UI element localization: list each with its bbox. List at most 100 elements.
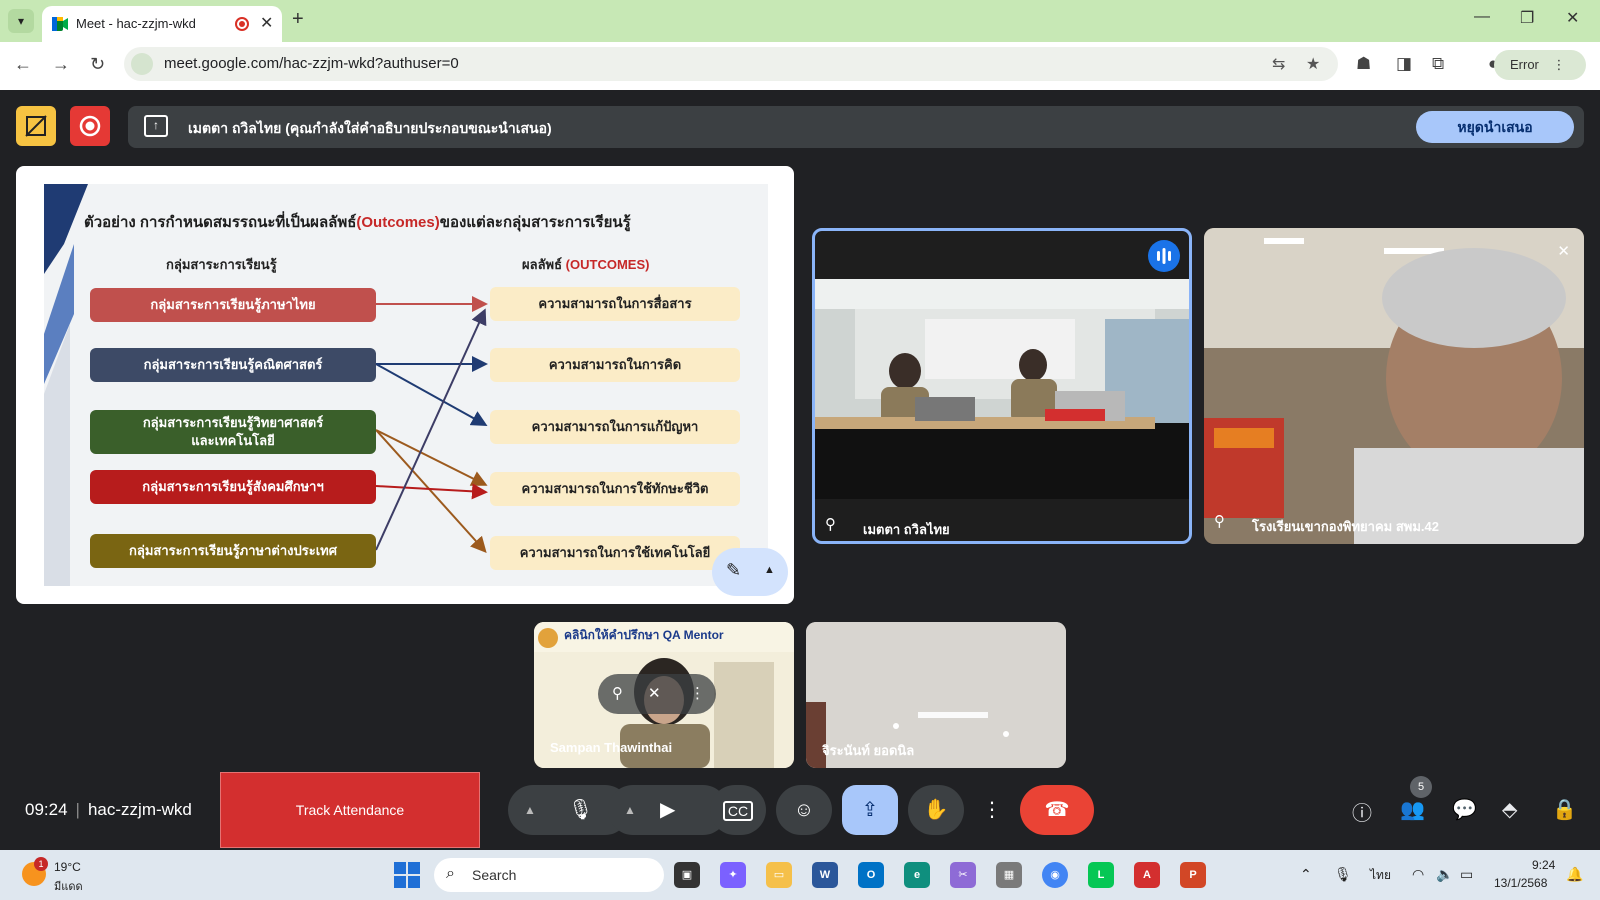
- app-icon[interactable]: ▦: [996, 862, 1022, 888]
- menu-kebab-icon[interactable]: ⋮: [1553, 57, 1566, 72]
- meeting-code: hac-zzjm-wkd: [87, 800, 192, 819]
- camera-icon[interactable]: ▶: [660, 785, 675, 835]
- weather-temperature: 19°C: [54, 860, 81, 874]
- pin-icon[interactable]: ⚲: [825, 515, 836, 533]
- record-icon: [79, 115, 101, 137]
- mute-participant-icon[interactable]: ✕: [648, 684, 661, 702]
- mapping-arrows: [375, 296, 488, 553]
- wifi-icon[interactable]: ◠: [1412, 866, 1424, 883]
- task-view-icon[interactable]: ▣: [674, 862, 700, 888]
- present-button[interactable]: ⇪: [842, 785, 898, 835]
- subject-social: กลุ่มสาระการเรียนรู้สังคมศึกษาฯ: [90, 470, 376, 504]
- back-icon[interactable]: ←: [14, 54, 32, 75]
- url-text: meet.google.com/hac-zzjm-wkd?authuser=0: [164, 55, 459, 72]
- subject-label: กลุ่มสาระการเรียนรู้สังคมศึกษาฯ: [142, 478, 324, 494]
- restore-icon[interactable]: ❐: [1520, 8, 1534, 28]
- language-indicator[interactable]: ไทย: [1370, 866, 1391, 885]
- outcome-life-skills: ความสามารถในการใช้ทักษะชีวิต: [490, 472, 740, 506]
- outcome-communication: ความสามารถในการสื่อสาร: [490, 287, 740, 321]
- raise-hand-button[interactable]: ✋: [908, 785, 964, 835]
- extensions-puzzle-icon[interactable]: ⧉: [1432, 54, 1444, 74]
- leave-call-button[interactable]: ☎: [1020, 785, 1094, 835]
- clock-date[interactable]: 13/1/2568: [1494, 876, 1547, 890]
- profile-error-label: Error: [1510, 57, 1539, 72]
- chevron-up-icon: ▲: [764, 564, 775, 576]
- microphone-icon[interactable]: 🎙: [568, 785, 593, 835]
- powerpoint-icon[interactable]: P: [1180, 862, 1206, 888]
- address-bar[interactable]: meet.google.com/hac-zzjm-wkd?authuser=0 …: [124, 47, 1338, 81]
- acrobat-icon[interactable]: A: [1134, 862, 1160, 888]
- subject-label: กลุ่มสาระการเรียนรู้คณิตศาสตร์: [143, 356, 323, 372]
- subject-math: กลุ่มสาระการเรียนรู้คณิตศาสตร์: [90, 348, 376, 382]
- battery-icon[interactable]: ▭: [1460, 866, 1473, 883]
- people-icon[interactable]: 👥: [1400, 797, 1425, 822]
- participant-tile-presenter[interactable]: ⚲ เมตตา ถวิลไทย: [812, 228, 1192, 544]
- search-icon: ⌕: [446, 865, 455, 882]
- windows-start-icon[interactable]: [394, 862, 420, 888]
- edge-icon[interactable]: e: [904, 862, 930, 888]
- bookmark-star-icon[interactable]: ★: [1306, 54, 1320, 74]
- outcome-problem-solving: ความสามารถในการแก้ปัญหา: [490, 410, 740, 444]
- chrome-icon[interactable]: ◉: [1042, 862, 1068, 888]
- meeting-details-icon[interactable]: ⓘ: [1352, 797, 1372, 826]
- extension-owl-icon[interactable]: ☗: [1356, 54, 1371, 74]
- participant-tile-school[interactable]: ✕ ⚲ โรงเรียนเขากองพิทยาคม สพม.42: [1204, 228, 1584, 544]
- annotation-tools-button[interactable]: ✎ ▲: [712, 548, 788, 596]
- word-icon[interactable]: W: [812, 862, 838, 888]
- clock-time[interactable]: 9:24: [1532, 858, 1555, 872]
- video-options-chevron-icon[interactable]: ▲: [624, 785, 636, 835]
- recording-indicator-icon: [235, 17, 249, 31]
- outcome-technology: ความสามารถในการใช้เทคโนโลยี: [490, 536, 740, 570]
- captions-icon: CC: [722, 801, 754, 821]
- subject-label: กลุ่มสาระการเรียนรู้วิทยาศาสตร์: [142, 414, 324, 430]
- pin-icon[interactable]: ⚲: [1214, 512, 1225, 530]
- meet-favicon-icon: [52, 17, 68, 31]
- tray-microphone-icon[interactable]: 🎙: [1334, 866, 1352, 883]
- chat-icon[interactable]: 💬: [1452, 797, 1477, 822]
- participant-name: จิระนันท์ ยอดนิล: [822, 743, 915, 758]
- annotation-toggle-button[interactable]: [16, 106, 56, 146]
- taskbar-search[interactable]: ⌕ Search: [434, 858, 664, 892]
- copilot-icon[interactable]: ✦: [720, 862, 746, 888]
- forward-icon[interactable]: →: [52, 54, 70, 75]
- subject-label-line2: และเทคโนโลยี: [191, 433, 275, 448]
- stop-presenting-button[interactable]: หยุดนำเสนอ: [1416, 111, 1574, 143]
- participant-tile-fourth[interactable]: จิระนันท์ ยอดนิล: [806, 622, 1066, 768]
- tab-search-button[interactable]: ▾: [8, 9, 34, 33]
- participant-name: เมตตา ถวิลไทย: [863, 522, 950, 537]
- close-window-icon[interactable]: ✕: [1566, 8, 1579, 28]
- presenting-text: เมตตา ถวิลไทย (คุณกำลังใส่คำอธิบายประกอบ…: [188, 120, 552, 136]
- translate-icon[interactable]: ⇆: [1272, 54, 1285, 74]
- profile-error-button[interactable]: Error ⋮: [1494, 50, 1586, 80]
- emoji-button[interactable]: ☺: [776, 785, 832, 835]
- presentation-slide: ตัวอย่าง การกำหนดสมรรถนะที่เป็นผลลัพธ์(O…: [44, 184, 768, 586]
- audio-options-chevron-icon[interactable]: ▲: [524, 785, 536, 835]
- minimize-icon[interactable]: —: [1474, 8, 1490, 26]
- participant-name: โรงเรียนเขากองพิทยาคม สพม.42: [1252, 519, 1439, 534]
- track-attendance-button[interactable]: Track Attendance: [220, 772, 480, 848]
- people-count-badge: 5: [1410, 776, 1432, 798]
- recording-button[interactable]: [70, 106, 110, 146]
- file-explorer-icon[interactable]: ▭: [766, 862, 792, 888]
- outlook-icon[interactable]: O: [858, 862, 884, 888]
- volume-icon[interactable]: 🔈: [1436, 866, 1453, 883]
- pin-icon[interactable]: ⚲: [612, 684, 623, 702]
- browser-toolbar: ← → ↻ meet.google.com/hac-zzjm-wkd?authu…: [0, 42, 1600, 90]
- activities-icon[interactable]: ⬘: [1502, 797, 1517, 822]
- active-tab[interactable]: Meet - hac-zzjm-wkd ✕: [42, 6, 282, 42]
- extension-on-icon[interactable]: ◨: [1396, 54, 1412, 74]
- host-controls-icon[interactable]: 🔒: [1552, 797, 1577, 822]
- show-hidden-icons-icon[interactable]: ⌃: [1300, 866, 1312, 883]
- participant-tile-mentor[interactable]: คลินิกให้คำปรึกษา QA Mentor ⚲ ✕ ⋮ Sampan…: [534, 622, 794, 768]
- tab-title: Meet - hac-zzjm-wkd: [76, 16, 196, 31]
- line-icon[interactable]: L: [1088, 862, 1114, 888]
- notifications-icon[interactable]: 🔔: [1566, 866, 1583, 883]
- site-info-icon[interactable]: [131, 53, 153, 75]
- new-tab-icon[interactable]: +: [292, 8, 304, 31]
- captions-button[interactable]: CC: [710, 785, 766, 835]
- reload-icon[interactable]: ↻: [90, 54, 105, 75]
- close-tab-icon[interactable]: ✕: [260, 13, 273, 33]
- more-options-button[interactable]: ⋮: [974, 785, 1010, 835]
- snipping-tool-icon[interactable]: ✂: [950, 862, 976, 888]
- more-options-icon[interactable]: ⋮: [690, 684, 705, 702]
